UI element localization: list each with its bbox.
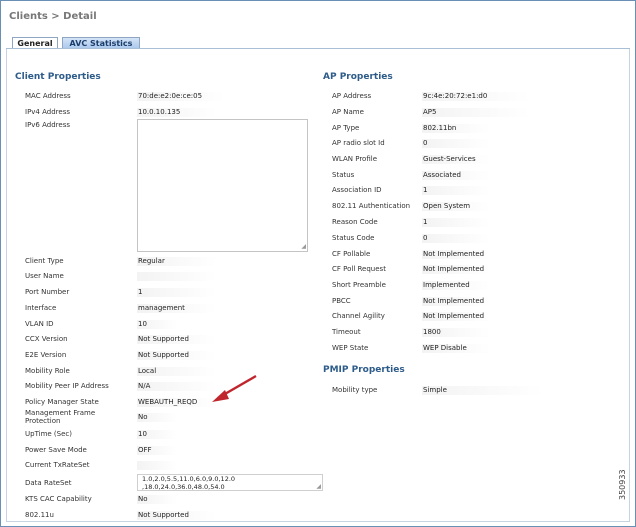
annotation-arrow-icon <box>212 374 257 402</box>
figure-number: 350933 <box>618 469 627 500</box>
